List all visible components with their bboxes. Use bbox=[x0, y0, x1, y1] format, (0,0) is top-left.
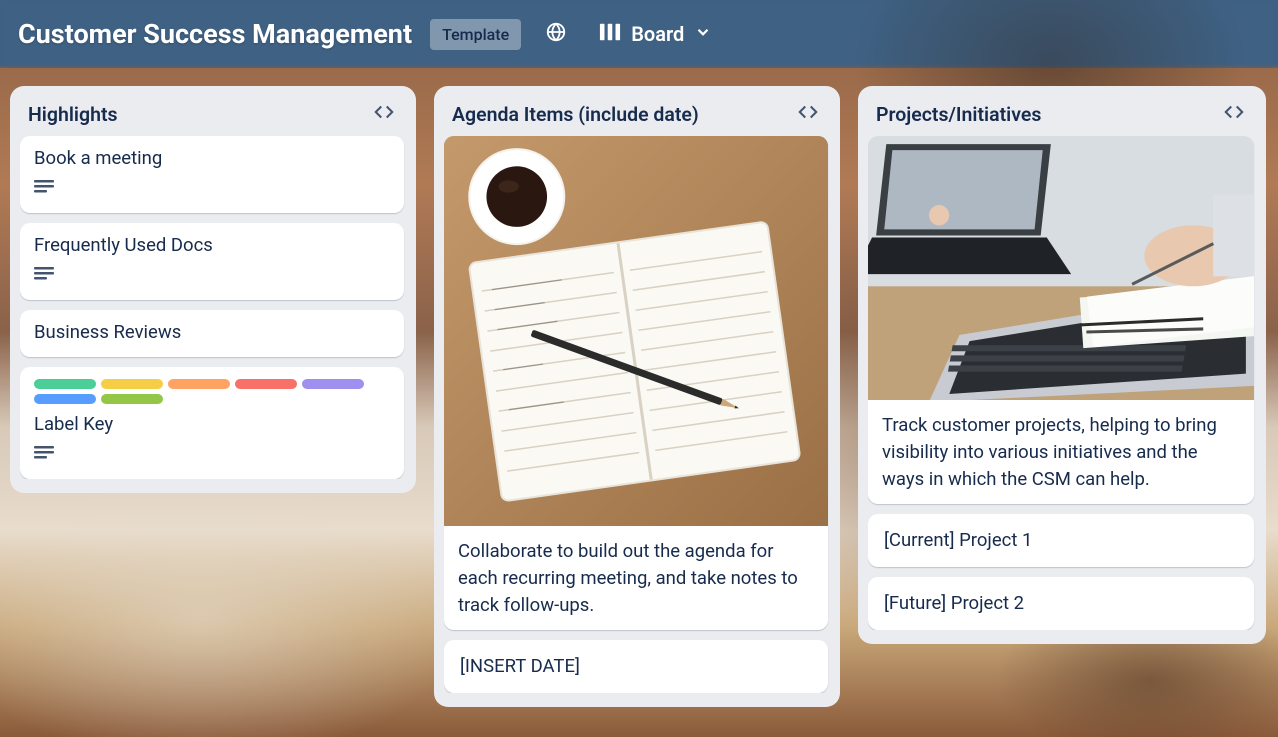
card-labels bbox=[34, 379, 390, 404]
view-switcher[interactable]: Board bbox=[591, 18, 720, 51]
list-highlights: Highlights Book a meeting Frequ bbox=[10, 86, 416, 493]
card-label[interactable] bbox=[34, 394, 96, 404]
collapse-icon bbox=[797, 104, 819, 124]
description-icon bbox=[34, 179, 54, 201]
card-label[interactable] bbox=[302, 379, 364, 389]
list-title[interactable]: Highlights bbox=[28, 103, 118, 126]
visibility-button[interactable] bbox=[539, 17, 573, 51]
card-badges bbox=[34, 266, 390, 288]
card-label[interactable] bbox=[34, 379, 96, 389]
description-icon bbox=[34, 445, 54, 467]
board-title[interactable]: Customer Success Management bbox=[18, 18, 412, 50]
board-layout-icon bbox=[599, 22, 621, 47]
card[interactable]: [Future] Project 2 bbox=[868, 577, 1254, 630]
list-cards: Track customer projects, helping to brin… bbox=[868, 136, 1256, 630]
list-title[interactable]: Projects/Initiatives bbox=[876, 103, 1041, 126]
card-label[interactable] bbox=[101, 394, 163, 404]
card[interactable]: Business Reviews bbox=[20, 310, 404, 357]
template-badge[interactable]: Template bbox=[430, 19, 521, 50]
collapse-icon bbox=[1223, 104, 1245, 124]
list-header: Projects/Initiatives bbox=[868, 98, 1256, 136]
card-label[interactable] bbox=[101, 379, 163, 389]
card[interactable]: Book a meeting bbox=[20, 136, 404, 213]
card-cover-image bbox=[444, 136, 828, 526]
card-cover-image bbox=[868, 136, 1254, 400]
card-badges bbox=[34, 445, 390, 467]
card-title: Book a meeting bbox=[34, 146, 390, 171]
card[interactable]: Label Key bbox=[20, 367, 404, 479]
list-cards: Collaborate to build out the agenda for … bbox=[444, 136, 830, 693]
card-badges bbox=[34, 179, 390, 201]
card-description: Collaborate to build out the agenda for … bbox=[458, 538, 814, 618]
list-cards: Book a meeting Frequently Used Docs Busi… bbox=[20, 136, 406, 479]
collapse-list-button[interactable] bbox=[370, 102, 398, 126]
collapse-icon bbox=[373, 104, 395, 124]
card-description: Track customer projects, helping to brin… bbox=[882, 412, 1240, 492]
card[interactable]: [INSERT DATE] bbox=[444, 640, 828, 693]
card[interactable]: [Current] Project 1 bbox=[868, 514, 1254, 567]
list-projects: Projects/Initiatives bbox=[858, 86, 1266, 644]
description-icon bbox=[34, 266, 54, 288]
list-header: Highlights bbox=[20, 98, 406, 136]
list-header: Agenda Items (include date) bbox=[444, 98, 830, 136]
card-title: [Future] Project 2 bbox=[884, 591, 1238, 616]
list-title[interactable]: Agenda Items (include date) bbox=[452, 103, 699, 126]
card-label[interactable] bbox=[235, 379, 297, 389]
card-title: Business Reviews bbox=[34, 320, 390, 345]
view-label: Board bbox=[631, 22, 684, 46]
card-title: [INSERT DATE] bbox=[460, 654, 812, 679]
card[interactable]: Track customer projects, helping to brin… bbox=[868, 136, 1254, 504]
board-canvas[interactable]: Highlights Book a meeting Frequ bbox=[0, 68, 1278, 737]
card[interactable]: Collaborate to build out the agenda for … bbox=[444, 136, 828, 630]
card[interactable]: Frequently Used Docs bbox=[20, 223, 404, 300]
chevron-down-icon bbox=[694, 22, 712, 46]
list-agenda: Agenda Items (include date) bbox=[434, 86, 840, 707]
board-header: Customer Success Management Template Boa… bbox=[0, 0, 1278, 68]
card-title: Label Key bbox=[34, 412, 390, 437]
globe-icon bbox=[545, 21, 567, 47]
collapse-list-button[interactable] bbox=[794, 102, 822, 126]
card-title: Frequently Used Docs bbox=[34, 233, 390, 258]
card-label[interactable] bbox=[168, 379, 230, 389]
card-title: [Current] Project 1 bbox=[884, 528, 1238, 553]
collapse-list-button[interactable] bbox=[1220, 102, 1248, 126]
